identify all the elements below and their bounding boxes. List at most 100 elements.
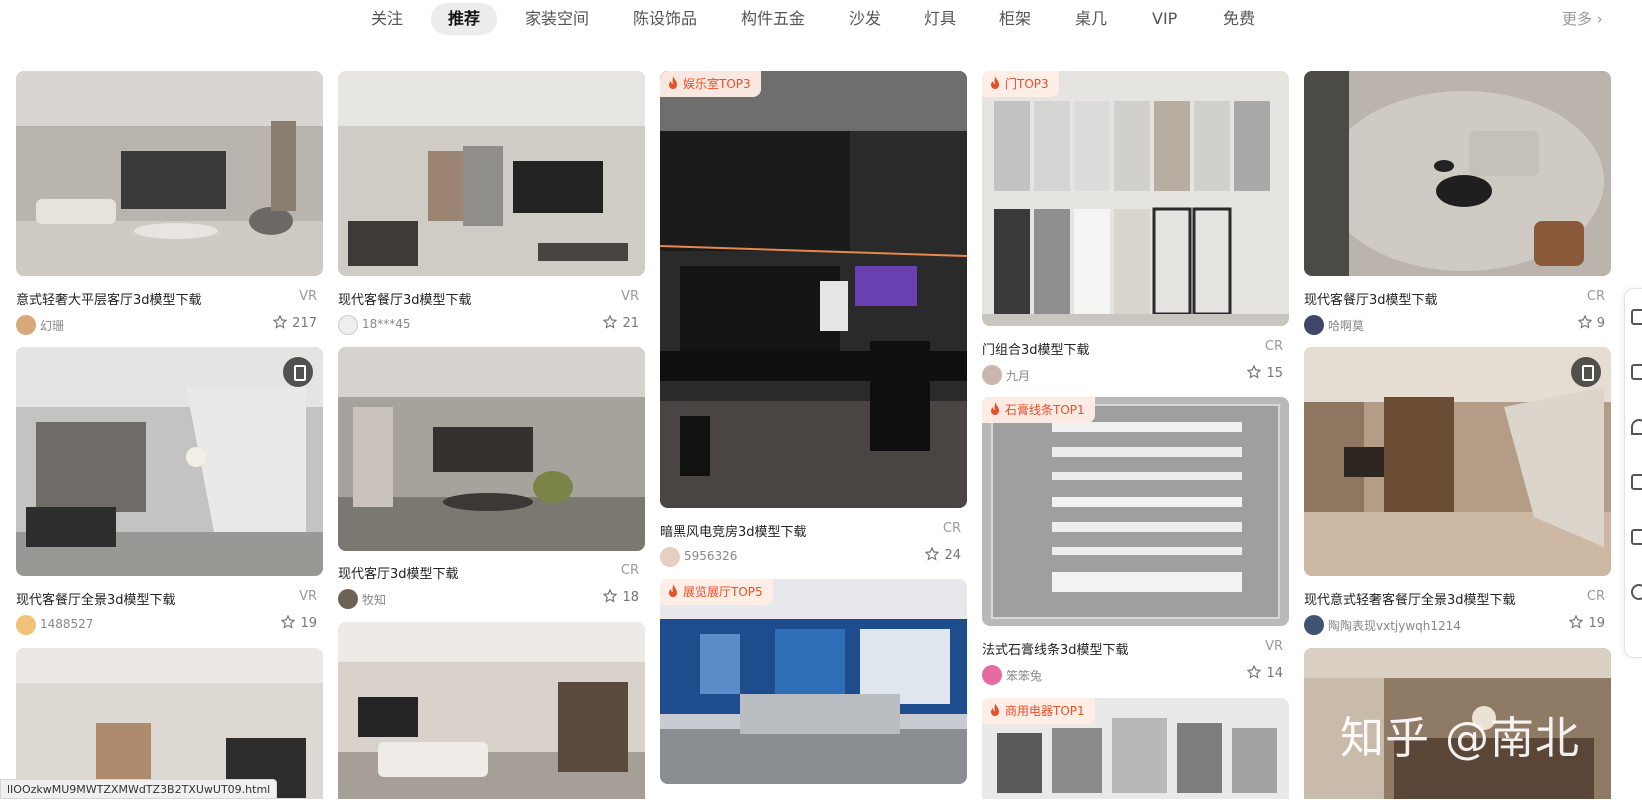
render-tag: VR (621, 289, 639, 304)
avatar[interactable] (338, 589, 358, 609)
likes-count[interactable]: 18 (603, 589, 639, 605)
star-icon (1247, 365, 1261, 379)
model-thumbnail[interactable] (338, 71, 645, 276)
model-card[interactable]: 现代意式轻奢客餐厅全景3d模型下载 CR 陶陶表现vxtjywqh1214 19 (1304, 347, 1611, 635)
model-thumbnail[interactable] (1304, 347, 1611, 576)
author-name[interactable]: 牧知 (362, 591, 386, 608)
model-card[interactable] (338, 622, 645, 799)
tab-hardware[interactable]: 构件五金 (724, 3, 822, 35)
avatar[interactable] (16, 315, 36, 335)
model-thumbnail[interactable] (1304, 71, 1611, 276)
author-name[interactable]: 幻珊 (40, 317, 64, 334)
model-title[interactable]: 暗黑风电竞房3d模型下载 (660, 521, 807, 540)
card-meta: 哈啊莫 9 (1304, 315, 1611, 335)
avatar[interactable] (338, 315, 358, 335)
model-thumbnail[interactable] (16, 648, 323, 799)
model-title[interactable]: 现代客餐厅全景3d模型下载 (16, 589, 176, 608)
model-card[interactable]: 现代客餐厅3d模型下载 VR 18***45 21 (338, 71, 645, 341)
tab-tables[interactable]: 桌几 (1058, 3, 1124, 35)
render-tag: CR (621, 563, 639, 578)
bookmark-icon[interactable] (1631, 529, 1642, 545)
model-card[interactable]: 展览展厅TOP5 (660, 579, 967, 784)
tab-decor[interactable]: 陈设饰品 (616, 3, 714, 35)
model-thumbnail[interactable] (16, 71, 323, 276)
model-thumbnail[interactable]: 石膏线条TOP1 (982, 397, 1289, 626)
model-card[interactable]: 商用电器TOP1 (982, 698, 1289, 799)
ranking-badge[interactable]: 门TOP3 (982, 71, 1059, 97)
likes-count[interactable]: 19 (281, 615, 317, 631)
likes-count[interactable]: 14 (1247, 665, 1283, 681)
ranking-badge[interactable]: 展览展厅TOP5 (660, 579, 773, 605)
ranking-badge[interactable]: 石膏线条TOP1 (982, 397, 1095, 423)
likes-count[interactable]: 9 (1578, 315, 1605, 331)
author-name[interactable]: 九月 (1006, 367, 1030, 384)
model-thumbnail[interactable]: 娱乐室TOP3 (660, 71, 967, 508)
delete-icon[interactable] (1631, 309, 1642, 325)
headset-icon[interactable] (1631, 419, 1642, 435)
tab-sofa[interactable]: 沙发 (832, 3, 898, 35)
tab-free[interactable]: 免费 (1206, 3, 1272, 35)
model-card[interactable]: 现代客餐厅3d模型下载 CR 哈啊莫 9 (1304, 71, 1611, 341)
model-card[interactable]: 意式轻奢大平层客厅3d模型下载 VR 幻珊 217 (16, 71, 323, 341)
ranking-badge[interactable]: 商用电器TOP1 (982, 698, 1095, 724)
model-title[interactable]: 现代客餐厅3d模型下载 (1304, 289, 1438, 308)
author-name[interactable]: 18***45 (362, 317, 411, 331)
star-icon (603, 589, 617, 603)
model-card[interactable]: 石膏线条TOP1 法式石膏线条3d模型下载 VR 笨笨兔 14 (982, 397, 1289, 687)
likes-count[interactable]: 15 (1247, 365, 1283, 381)
author-name[interactable]: 陶陶表现vxtjywqh1214 (1328, 617, 1461, 634)
author-name[interactable]: 5956326 (684, 549, 737, 563)
tab-cabinets[interactable]: 柜架 (982, 3, 1048, 35)
model-thumbnail[interactable]: 商用电器TOP1 (982, 698, 1289, 799)
model-thumbnail[interactable]: 展览展厅TOP5 (660, 579, 967, 784)
likes-count[interactable]: 19 (1569, 615, 1605, 631)
author-name[interactable]: 1488527 (40, 617, 93, 631)
document-icon[interactable] (1631, 474, 1642, 490)
avatar[interactable] (660, 547, 680, 567)
author-name[interactable]: 笨笨兔 (1006, 667, 1042, 684)
avatar[interactable] (16, 615, 36, 635)
model-thumbnail-image (660, 579, 967, 784)
card-meta: 牧知 18 (338, 589, 645, 609)
tab-home-space[interactable]: 家装空间 (508, 3, 606, 35)
more-link[interactable]: 更多 › (1562, 3, 1603, 35)
avatar[interactable] (1304, 315, 1324, 335)
card-meta: 陶陶表现vxtjywqh1214 19 (1304, 615, 1611, 635)
model-title[interactable]: 现代意式轻奢客餐厅全景3d模型下载 (1304, 589, 1516, 608)
avatar[interactable] (982, 365, 1002, 385)
author-name[interactable]: 哈啊莫 (1328, 317, 1364, 334)
likes-count[interactable]: 21 (603, 315, 639, 331)
likes-count[interactable]: 24 (925, 547, 961, 563)
model-card[interactable] (16, 648, 323, 799)
avatar[interactable] (982, 665, 1002, 685)
status-url: lIOOzkwMU9MWTZXMWdTZ3B2TXUwUT09.html (0, 779, 277, 799)
model-card[interactable]: 现代客餐厅全景3d模型下载 VR 1488527 19 (16, 347, 323, 635)
avatar[interactable] (1304, 615, 1324, 635)
likes-count[interactable]: 217 (273, 315, 317, 331)
model-thumbnail-image (16, 648, 323, 799)
model-thumbnail[interactable]: 门TOP3 (982, 71, 1289, 326)
ranking-badge[interactable]: 娱乐室TOP3 (660, 71, 761, 97)
card-meta: 幻珊 217 (16, 315, 323, 335)
model-title[interactable]: 门组合3d模型下载 (982, 339, 1090, 358)
tab-lamps[interactable]: 灯具 (907, 3, 973, 35)
tab-recommend[interactable]: 推荐 (431, 3, 497, 35)
render-tag: CR (1265, 339, 1283, 354)
model-card[interactable]: 现代客厅3d模型下载 CR 牧知 18 (338, 347, 645, 612)
model-card[interactable]: 门TOP3 门组合3d模型下载 CR 九月 15 (982, 71, 1289, 391)
model-title[interactable]: 现代客厅3d模型下载 (338, 563, 459, 582)
model-title[interactable]: 意式轻奢大平层客厅3d模型下载 (16, 289, 202, 308)
model-card[interactable]: 娱乐室TOP3 暗黑风电竞房3d模型下载 CR 5956326 24 (660, 71, 967, 568)
model-thumbnail[interactable] (338, 622, 645, 799)
model-thumbnail[interactable] (16, 347, 323, 576)
share-icon[interactable] (1631, 584, 1642, 600)
likes-value: 14 (1266, 666, 1283, 681)
model-title[interactable]: 法式石膏线条3d模型下载 (982, 639, 1129, 658)
fire-icon (990, 402, 1000, 416)
badge-label: 展览展厅TOP5 (683, 585, 763, 599)
model-title[interactable]: 现代客餐厅3d模型下载 (338, 289, 472, 308)
tab-vip[interactable]: VIP (1135, 3, 1194, 35)
model-thumbnail[interactable] (338, 347, 645, 551)
cart-icon[interactable] (1631, 364, 1642, 380)
tab-follow[interactable]: 关注 (354, 3, 420, 35)
